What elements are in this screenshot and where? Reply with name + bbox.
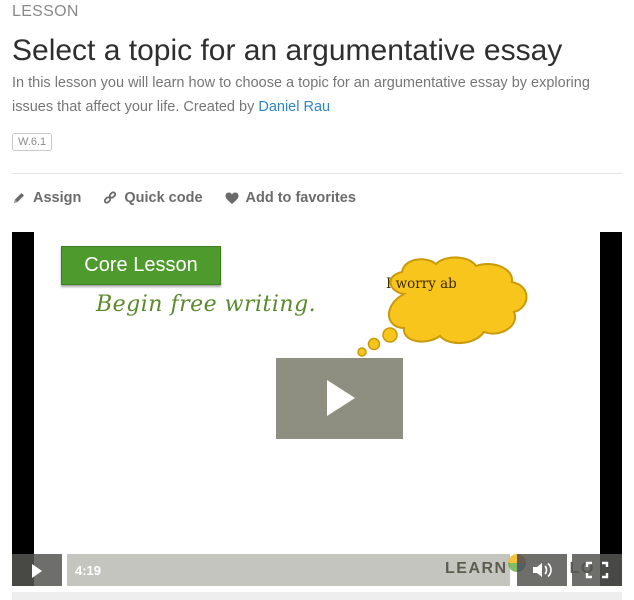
free-writing-text: Begin free writing. — [96, 292, 317, 317]
quick-code-button[interactable]: Quick code — [103, 190, 203, 206]
volume-button[interactable] — [517, 554, 567, 586]
pencil-icon — [14, 193, 24, 203]
progress-track[interactable]: 4:19 — [67, 554, 510, 586]
control-play-button[interactable] — [12, 554, 62, 586]
heart-icon — [225, 192, 239, 204]
brand-left: LEARN — [445, 560, 508, 577]
bottom-strip — [12, 592, 622, 600]
assign-button[interactable]: Assign — [12, 190, 81, 206]
thought-bubble-icon — [357, 256, 528, 357]
divider — [12, 173, 622, 174]
bubble-text: I worry ab — [386, 276, 457, 292]
quick-code-label: Quick code — [124, 190, 203, 206]
video-player[interactable]: Core Lesson Begin free writing. I worry … — [12, 232, 622, 586]
fullscreen-button[interactable] — [572, 554, 622, 586]
video-frame: Core Lesson Begin free writing. I worry … — [34, 232, 600, 586]
add-to-favorites-button[interactable]: Add to favorites — [225, 190, 356, 206]
video-duration: 4:19 — [75, 563, 102, 578]
fullscreen-icon — [585, 561, 609, 579]
standard-badge[interactable]: W.6.1 — [12, 133, 53, 151]
lesson-kicker: LESSON — [12, 3, 79, 20]
lesson-description: In this lesson you will learn how to cho… — [12, 71, 617, 119]
add-to-favorites-label: Add to favorites — [245, 190, 356, 206]
assign-label: Assign — [33, 190, 82, 206]
link-icon — [104, 191, 117, 204]
play-video-button[interactable] — [276, 358, 403, 439]
core-lesson-label: Core Lesson — [61, 246, 221, 285]
lesson-actions: Assign Quick code Add to favorites — [12, 190, 356, 206]
volume-icon — [533, 562, 552, 578]
video-control-bar: 4:19 LEARNLO — [12, 554, 622, 586]
author-link[interactable]: Daniel Rau — [258, 99, 330, 115]
page-title: Select a topic for an argumentative essa… — [12, 34, 563, 67]
